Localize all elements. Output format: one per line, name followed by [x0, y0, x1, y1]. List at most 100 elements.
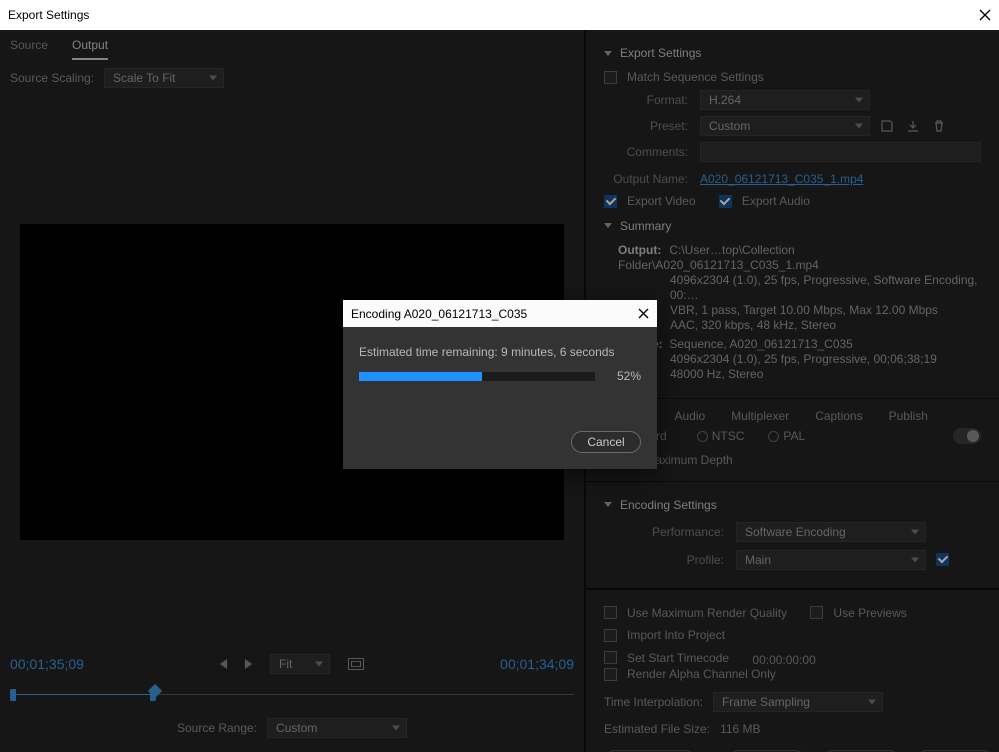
summary-heading-label: Summary: [620, 219, 671, 233]
format-label: Format:: [604, 93, 688, 107]
chevron-down-icon: [868, 699, 876, 704]
tab-captions[interactable]: Captions: [815, 409, 862, 423]
window-close-button[interactable]: [979, 9, 991, 21]
summary-output-line-2: VBR, 1 pass, Target 10.00 Mbps, Max 12.0…: [618, 303, 981, 318]
preview-transport: 00;01;35;09 Fit 00;01;34;09: [0, 646, 584, 746]
profile-checkbox[interactable]: [936, 553, 949, 566]
format-value: H.264: [709, 93, 741, 107]
summary-output-line-3: AAC, 320 kbps, 48 kHz, Stereo: [618, 318, 981, 333]
delete-preset-icon[interactable]: [932, 119, 946, 133]
time-interp-dropdown[interactable]: Frame Sampling: [713, 692, 883, 712]
chevron-down-icon: [855, 98, 863, 103]
performance-value: Software Encoding: [745, 525, 846, 539]
encoding-settings-heading[interactable]: Encoding Settings: [604, 498, 981, 512]
preview-scrubber[interactable]: [10, 688, 574, 702]
export-video-label: Export Video: [627, 194, 696, 208]
time-interp-label: Time Interpolation:: [604, 695, 703, 709]
scrubber-fill: [10, 694, 150, 695]
tab-publish[interactable]: Publish: [889, 409, 928, 423]
use-max-render-label: Use Maximum Render Quality: [627, 606, 787, 620]
import-preset-icon[interactable]: [906, 119, 920, 133]
match-sequence-checkbox[interactable]: [604, 71, 617, 84]
next-icon[interactable]: [245, 659, 252, 669]
encoding-dialog-title: Encoding A020_06121713_C035: [351, 307, 527, 321]
performance-dropdown[interactable]: Software Encoding: [736, 522, 926, 542]
summary-source-block: Source: Sequence, A020_06121713_C035 409…: [604, 337, 981, 382]
ntsc-radio[interactable]: [697, 431, 708, 442]
tab-audio[interactable]: Audio: [674, 409, 705, 423]
estimated-size-label: Estimated File Size:: [604, 722, 710, 736]
chevron-down-icon: [315, 662, 323, 667]
pal-radio[interactable]: [768, 431, 779, 442]
export-audio-label: Export Audio: [742, 194, 810, 208]
time-interp-value: Frame Sampling: [722, 695, 810, 709]
estimated-size-value: 116 MB: [720, 722, 760, 736]
timecode-out[interactable]: 00;01;34;09: [500, 656, 574, 672]
encoding-dialog-close-button[interactable]: [638, 308, 649, 319]
tab-source[interactable]: Source: [10, 38, 48, 60]
import-into-project-checkbox[interactable]: [604, 629, 617, 642]
comments-label: Comments:: [604, 145, 688, 159]
chevron-down-icon: [911, 557, 919, 562]
close-icon: [638, 308, 649, 319]
format-dropdown[interactable]: H.264: [700, 90, 870, 110]
profile-label: Profile:: [604, 553, 724, 567]
summary-source-line-2: 48000 Hz, Stereo: [618, 367, 981, 382]
use-previews-checkbox[interactable]: [810, 606, 823, 619]
export-settings-heading[interactable]: Export Settings: [604, 46, 981, 60]
source-output-tabs: Source Output: [0, 30, 584, 60]
tab-output[interactable]: Output: [72, 38, 108, 60]
tab-multiplexer[interactable]: Multiplexer: [731, 409, 789, 423]
encoding-progress-bar: [359, 372, 595, 381]
comments-input[interactable]: [700, 142, 981, 162]
scrubber-in-handle[interactable]: [10, 689, 16, 701]
close-icon: [979, 9, 991, 21]
export-audio-checkbox[interactable]: [719, 195, 732, 208]
window-title: Export Settings: [8, 8, 89, 22]
zoom-fit-dropdown[interactable]: Fit: [270, 654, 330, 674]
output-name-link[interactable]: A020_06121713_C035_1.mp4: [700, 172, 863, 186]
summary-source-line-0: Sequence, A020_06121713_C035: [669, 337, 853, 351]
performance-label: Performance:: [604, 525, 724, 539]
caret-down-icon: [604, 223, 612, 228]
prev-icon[interactable]: [220, 659, 227, 669]
encoding-settings-heading-label: Encoding Settings: [620, 498, 717, 512]
preset-label: Preset:: [604, 119, 688, 133]
encoding-progress-dialog: Encoding A020_06121713_C035 Estimated ti…: [343, 300, 657, 469]
chevron-down-icon: [392, 726, 400, 731]
pal-label: PAL: [783, 429, 805, 443]
start-timecode-value[interactable]: 00:00:00:00: [752, 653, 815, 667]
caret-down-icon: [604, 51, 612, 56]
aspect-ratio-icon[interactable]: [348, 658, 364, 670]
import-into-project-label: Import Into Project: [627, 628, 725, 642]
encoding-progress-percent: 52%: [607, 369, 641, 383]
set-start-timecode-checkbox[interactable]: [604, 651, 617, 664]
source-range-value: Custom: [276, 721, 317, 735]
use-max-render-checkbox[interactable]: [604, 606, 617, 619]
source-scaling-dropdown[interactable]: Scale To Fit: [104, 68, 224, 88]
timecode-in[interactable]: 00;01;35;09: [10, 656, 84, 672]
chevron-down-icon: [911, 529, 919, 534]
export-footer: Use Maximum Render Quality Use Previews …: [586, 588, 999, 752]
output-name-label: Output Name:: [604, 172, 688, 186]
chevron-down-icon: [855, 124, 863, 129]
source-scaling-label: Source Scaling:: [10, 71, 94, 85]
export-video-checkbox[interactable]: [604, 195, 617, 208]
summary-output-line-1: 4096x2304 (1.0), 25 fps, Progressive, So…: [618, 273, 981, 303]
profile-dropdown[interactable]: Main: [736, 550, 926, 570]
encoding-eta: Estimated time remaining: 9 minutes, 6 s…: [359, 345, 641, 359]
source-scaling-value: Scale To Fit: [113, 71, 175, 85]
render-alpha-label: Render Alpha Channel Only: [627, 667, 776, 681]
caret-down-icon: [604, 502, 612, 507]
source-range-dropdown[interactable]: Custom: [267, 718, 407, 738]
preset-value: Custom: [709, 119, 750, 133]
preset-dropdown[interactable]: Custom: [700, 116, 870, 136]
render-alpha-checkbox[interactable]: [604, 668, 617, 681]
zoom-fit-value: Fit: [279, 657, 292, 671]
save-preset-icon[interactable]: [880, 119, 894, 133]
summary-heading[interactable]: Summary: [604, 219, 981, 233]
encoding-cancel-button[interactable]: Cancel: [571, 431, 641, 453]
tv-standard-toggle[interactable]: [953, 428, 981, 444]
set-start-timecode-label: Set Start Timecode: [627, 651, 729, 665]
ntsc-label: NTSC: [712, 429, 745, 443]
